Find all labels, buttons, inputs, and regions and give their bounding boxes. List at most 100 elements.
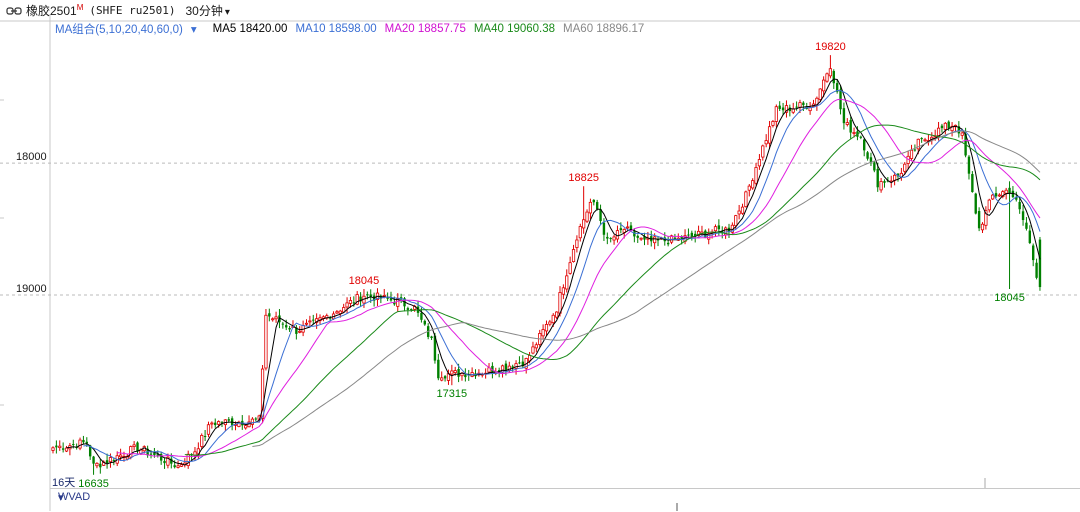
candle (943, 122, 947, 130)
candle (504, 363, 508, 370)
candle (173, 465, 176, 468)
candle (271, 318, 275, 321)
candle (980, 223, 985, 231)
candle (923, 139, 927, 142)
candle (903, 163, 907, 172)
candle (410, 308, 413, 310)
candle (578, 226, 582, 239)
candle (994, 193, 998, 197)
candle (873, 162, 876, 171)
candle (437, 359, 440, 379)
candle (450, 370, 454, 375)
candle (636, 235, 639, 238)
chevron-down-icon: ▾ (58, 492, 64, 504)
candle (281, 323, 285, 325)
candle (82, 439, 85, 443)
candle (974, 193, 977, 214)
candle (666, 242, 670, 245)
price-annotation: 18045 (349, 275, 380, 287)
candle (561, 287, 565, 295)
candle (254, 418, 257, 420)
candle (987, 199, 991, 211)
ma-line-ma20 (117, 98, 1041, 458)
candle (757, 159, 762, 167)
price-annotation: 19820 (815, 41, 846, 53)
candle (781, 107, 785, 111)
candle (883, 181, 886, 183)
candle (51, 447, 55, 451)
candle (1028, 230, 1032, 244)
candle (947, 121, 950, 129)
candle (304, 322, 309, 325)
candle (308, 320, 312, 323)
candlestick-chart[interactable]: 1900018000166351804517315188251982018045 (0, 0, 1080, 511)
candle (345, 302, 349, 308)
candle (967, 156, 971, 174)
candle (717, 225, 721, 230)
candle (832, 71, 835, 84)
candle (338, 310, 342, 314)
candle (582, 219, 586, 229)
candle (747, 185, 751, 191)
candle (639, 237, 643, 240)
candle (268, 313, 271, 317)
candle (99, 463, 102, 468)
candle (92, 456, 95, 464)
candle (971, 174, 974, 193)
candle (55, 445, 58, 448)
candle (61, 448, 65, 450)
candle (734, 215, 738, 227)
candle (179, 464, 184, 467)
candle (842, 108, 846, 124)
candle (206, 424, 211, 435)
candle (544, 324, 549, 332)
candle (595, 202, 599, 210)
candle (845, 122, 849, 125)
ma-line-ma60 (252, 130, 1041, 447)
price-annotation: 18045 (994, 292, 1025, 304)
candle (771, 121, 775, 126)
candle (264, 314, 268, 369)
candle (1018, 201, 1021, 210)
candle (920, 138, 923, 140)
candle (518, 362, 521, 364)
candle (977, 211, 981, 229)
candle (633, 231, 636, 237)
candle (565, 275, 569, 290)
candle (453, 370, 457, 374)
candle (108, 457, 113, 463)
candle (626, 226, 630, 229)
candle (828, 68, 833, 77)
candle (548, 321, 552, 325)
candle (744, 191, 748, 208)
candle (879, 181, 883, 191)
candle (960, 132, 964, 136)
ma-line-ma5 (66, 78, 1041, 466)
candle (936, 127, 941, 136)
candle (423, 320, 426, 325)
candle (571, 249, 576, 262)
candle (440, 377, 444, 381)
candle (767, 126, 772, 144)
candle (1035, 262, 1038, 278)
candle (575, 239, 579, 248)
candle (687, 234, 690, 236)
candle (288, 328, 291, 330)
candle (534, 344, 538, 349)
candle (859, 136, 863, 138)
candle (464, 374, 467, 378)
candle (852, 132, 856, 134)
candle (849, 120, 852, 133)
price-annotation: 18825 (568, 172, 599, 184)
candle (72, 444, 75, 446)
candle (64, 447, 69, 452)
candle (619, 228, 623, 231)
candle (991, 194, 995, 200)
candle (602, 222, 606, 235)
candle (298, 330, 302, 333)
candle (761, 145, 765, 158)
candle (1021, 211, 1025, 221)
candle (312, 319, 315, 321)
candle (588, 201, 593, 214)
indicator-panel[interactable]: WVAD ▾ (50, 488, 1080, 512)
